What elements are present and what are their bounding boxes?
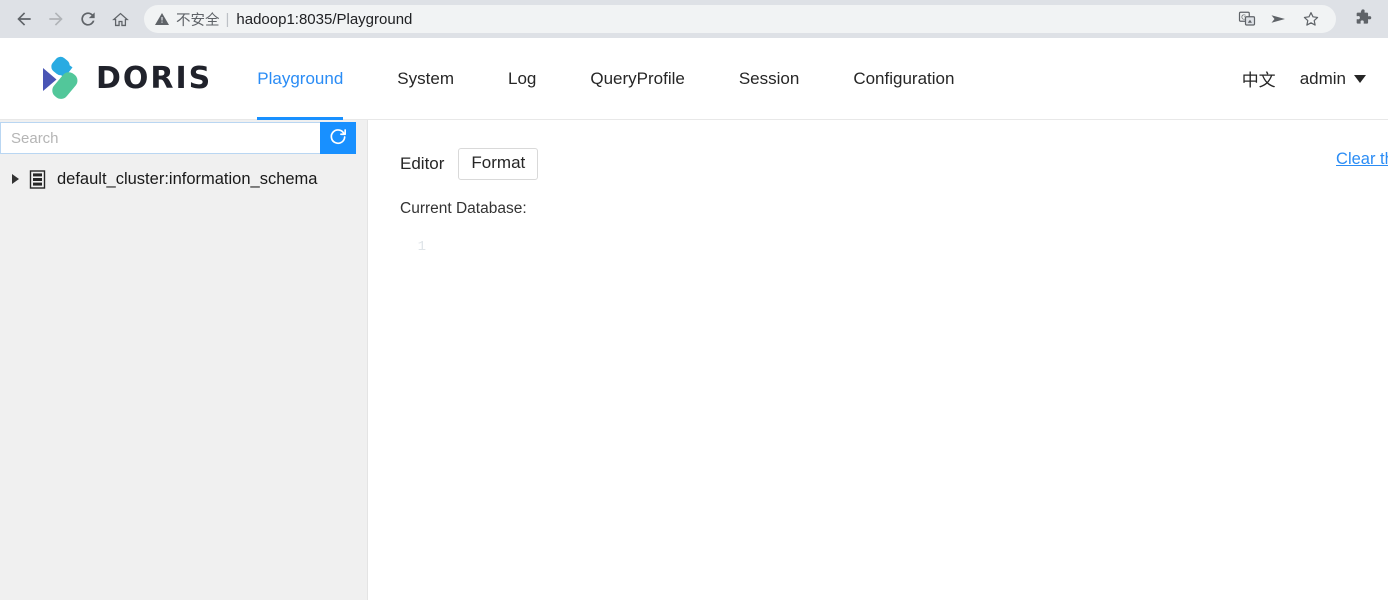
back-button[interactable] <box>8 3 40 35</box>
browser-toolbar: 不安全 | hadoop1:8035/Playground G <box>0 0 1388 38</box>
app-header: DORIS Playground System Log QueryProfile… <box>0 38 1388 120</box>
translate-icon[interactable]: G <box>1232 5 1262 33</box>
refresh-button[interactable] <box>320 122 356 154</box>
line-number: 1 <box>417 239 426 256</box>
nav-item-playground[interactable]: Playground <box>230 38 370 120</box>
omnibox[interactable]: 不安全 | hadoop1:8035/Playground G <box>144 5 1336 33</box>
omnibox-separator: | <box>225 10 230 28</box>
home-button[interactable] <box>104 3 136 35</box>
workspace: default_cluster:information_schema Edito… <box>0 120 1388 600</box>
language-switch[interactable]: 中文 <box>1242 66 1276 91</box>
url-text: hadoop1:8035/Playground <box>236 10 413 28</box>
nav-item-queryprofile-label: QueryProfile <box>590 68 685 88</box>
editor-toolbar: Editor Format <box>400 148 1388 181</box>
puzzle-icon[interactable] <box>1346 3 1380 35</box>
omnibox-actions: G <box>1222 5 1326 33</box>
not-secure-icon <box>154 11 170 27</box>
main-panel: Editor Format Clear the Current Database… <box>368 120 1388 600</box>
forward-button[interactable] <box>40 3 72 35</box>
sidebar: default_cluster:information_schema <box>0 120 365 600</box>
database-icon <box>26 169 48 189</box>
nav-item-system[interactable]: System <box>370 38 481 119</box>
nav-item-queryprofile[interactable]: QueryProfile <box>563 38 711 119</box>
star-icon[interactable] <box>1296 5 1326 33</box>
nav-item-configuration[interactable]: Configuration <box>826 38 981 119</box>
nav-item-configuration-label: Configuration <box>853 68 955 88</box>
main-nav: Playground System Log QueryProfile Sessi… <box>230 38 1241 120</box>
nav-item-system-label: System <box>397 68 454 88</box>
header-right: 中文 admin <box>1242 38 1388 119</box>
refresh-icon <box>328 127 348 150</box>
user-menu[interactable]: admin <box>1300 69 1366 89</box>
user-name: admin <box>1299 68 1346 88</box>
sidebar-search-row <box>0 122 356 154</box>
chevron-down-icon <box>1354 74 1366 83</box>
brand-name: DORIS <box>96 61 213 96</box>
nav-item-log[interactable]: Log <box>481 38 563 119</box>
clear-link[interactable]: Clear the <box>1336 150 1388 169</box>
send-icon[interactable] <box>1264 5 1294 33</box>
security-status-text: 不安全 <box>176 12 220 29</box>
doris-logo-icon <box>32 54 82 104</box>
reload-button[interactable] <box>72 3 104 35</box>
chevron-right-icon[interactable] <box>4 174 26 184</box>
sql-code-editor[interactable]: 1 <box>400 236 1388 509</box>
search-input[interactable] <box>0 122 320 154</box>
format-button[interactable]: Format <box>458 148 539 181</box>
tree-node-information-schema[interactable]: default_cluster:information_schema <box>0 164 356 194</box>
current-database: Current Database: <box>400 200 1388 218</box>
nav-item-session-label: Session <box>738 68 800 88</box>
editor-label: Editor <box>400 154 445 174</box>
nav-item-log-label: Log <box>507 68 537 88</box>
panel-splitter[interactable] <box>356 120 368 600</box>
nav-item-playground-label: Playground <box>257 68 344 88</box>
editor-gutter: 1 <box>400 236 436 508</box>
brand[interactable]: DORIS <box>0 38 230 119</box>
database-tree: default_cluster:information_schema <box>0 154 356 194</box>
current-database-label: Current Database: <box>400 200 527 218</box>
nav-item-session[interactable]: Session <box>712 38 826 119</box>
editor-text-area[interactable] <box>436 236 1388 508</box>
tree-node-label: default_cluster:information_schema <box>57 169 318 188</box>
